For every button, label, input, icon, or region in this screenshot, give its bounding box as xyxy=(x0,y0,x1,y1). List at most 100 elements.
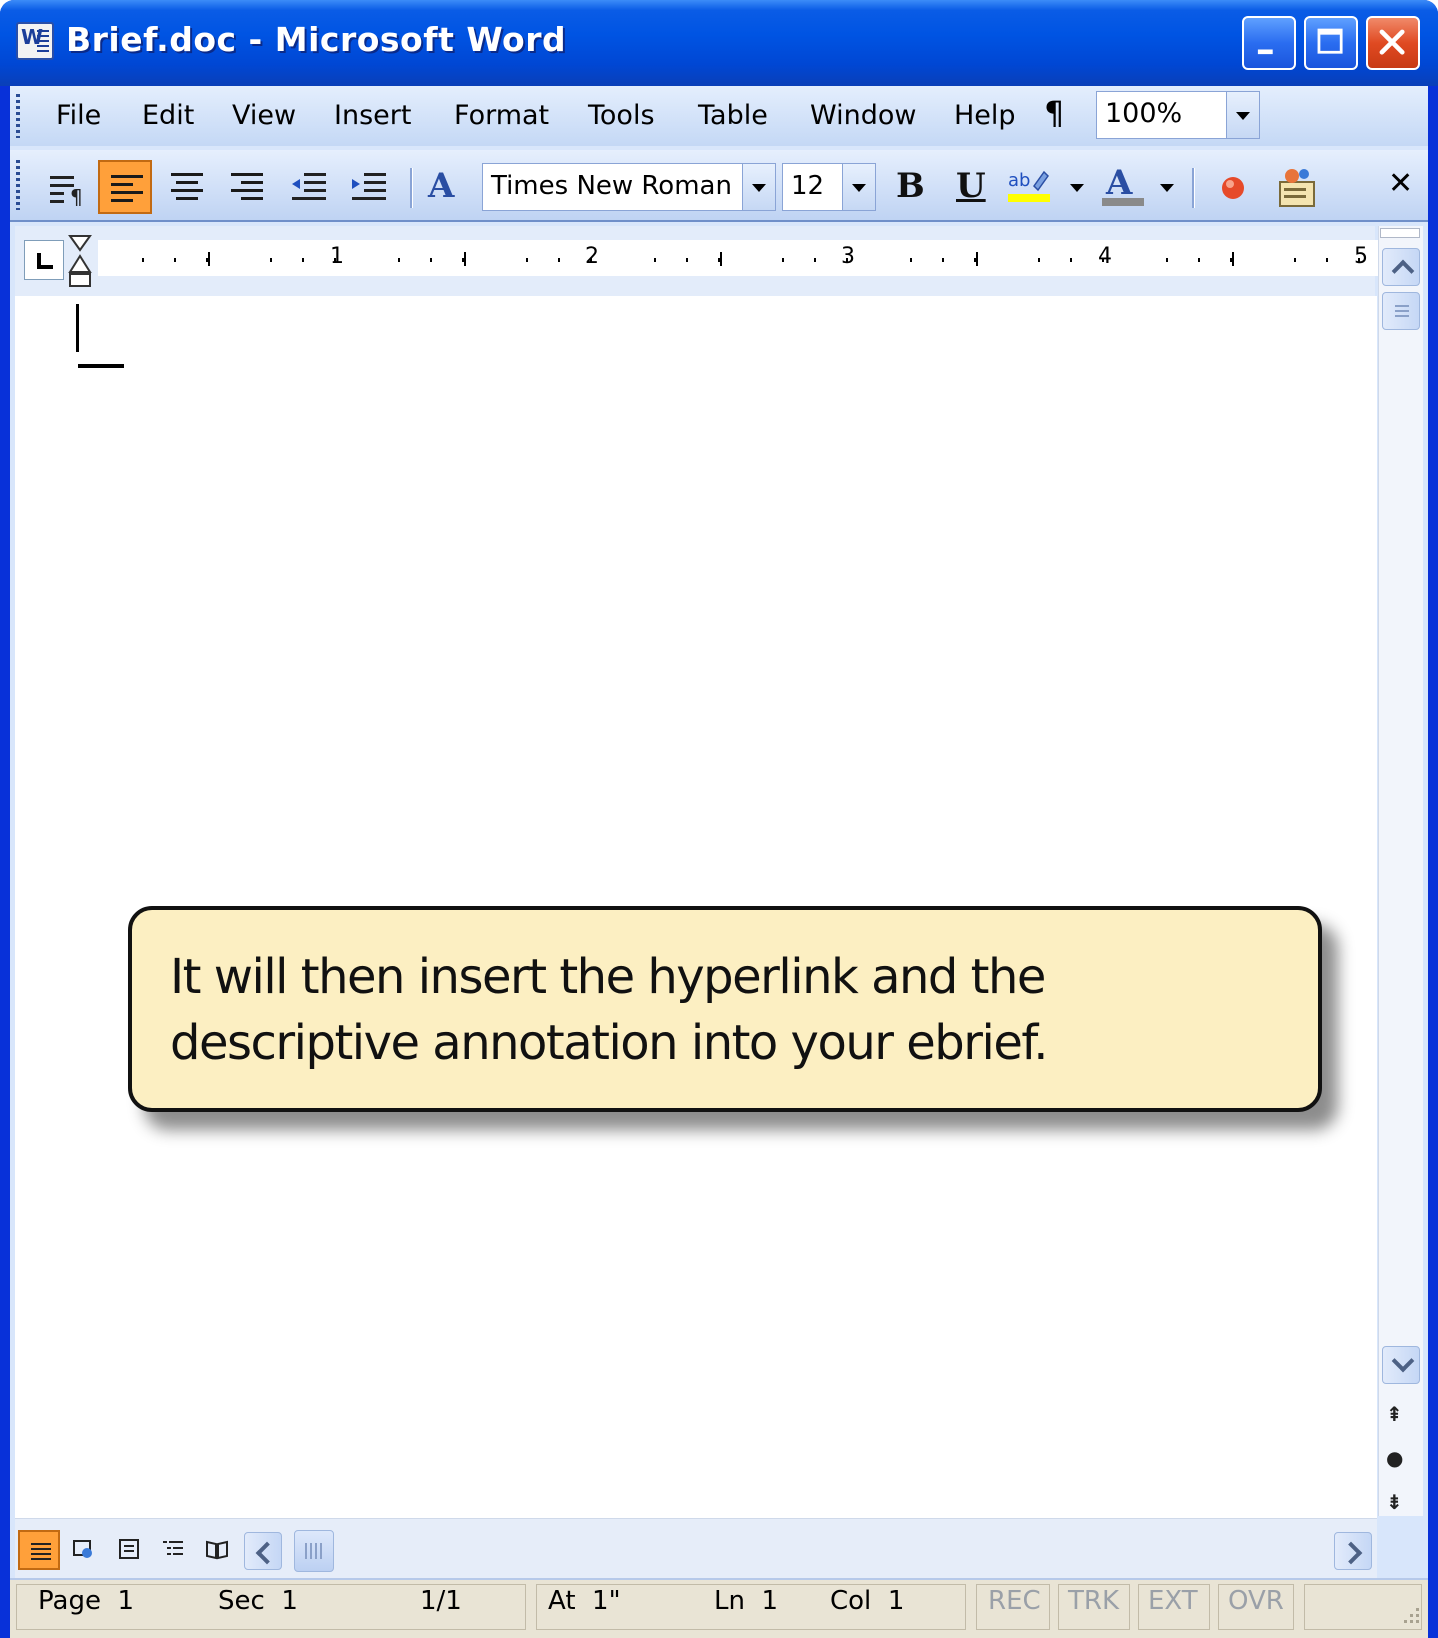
ruler-tick xyxy=(782,258,784,262)
web-layout-view-button[interactable] xyxy=(62,1530,104,1570)
select-browse-object-icon[interactable]: ● xyxy=(1386,1446,1403,1470)
title-bar[interactable]: W Brief.doc - Microsoft Word xyxy=(0,0,1438,86)
status-ext[interactable]: EXT xyxy=(1148,1586,1198,1616)
highlight-button[interactable]: ab xyxy=(1004,160,1058,214)
font-color-button[interactable]: A xyxy=(1096,160,1150,214)
menu-tools[interactable]: Tools xyxy=(588,96,655,136)
font-size-dropdown-arrow[interactable] xyxy=(842,164,875,210)
minimize-icon xyxy=(1257,49,1273,55)
menu-format[interactable]: Format xyxy=(454,96,549,136)
menu-window[interactable]: Window xyxy=(810,96,916,136)
split-box[interactable] xyxy=(1380,228,1420,238)
print-layout-icon xyxy=(119,1539,139,1559)
align-right-button[interactable] xyxy=(220,160,274,214)
scroll-thumb[interactable] xyxy=(1382,292,1420,330)
ruler-tick xyxy=(974,258,976,262)
web-layout-icon xyxy=(73,1540,92,1558)
font-size-dropdown[interactable]: 12 xyxy=(782,163,876,211)
highlight-dropdown-arrow[interactable] xyxy=(1070,184,1084,192)
ruler-number: 3 xyxy=(841,244,855,269)
align-left-button[interactable] xyxy=(98,160,152,214)
zoom-dropdown-arrow[interactable] xyxy=(1226,92,1259,138)
ruler-half-tick xyxy=(208,252,210,266)
horizontal-scroll-thumb[interactable] xyxy=(294,1530,334,1572)
menu-view[interactable]: View xyxy=(232,96,296,136)
ruler-half-tick xyxy=(976,252,978,266)
menu-file[interactable]: File xyxy=(56,96,101,136)
callout-box: It will then insert the hyperlink and th… xyxy=(128,906,1322,1112)
print-layout-view-button[interactable] xyxy=(108,1530,150,1570)
font-name-dropdown-arrow[interactable] xyxy=(742,164,775,210)
tab-selector[interactable] xyxy=(24,240,64,280)
word-window: W Brief.doc - Microsoft Word File Edit V… xyxy=(0,0,1438,1638)
toolbar-grip[interactable] xyxy=(16,160,20,210)
ruler-tick xyxy=(430,258,432,262)
decrease-indent-button[interactable] xyxy=(282,160,336,214)
underline-button[interactable]: U xyxy=(956,166,986,206)
ruler-tick xyxy=(526,258,528,262)
indent-marker-icon[interactable] xyxy=(68,234,92,290)
ruler-tick xyxy=(654,258,656,262)
vertical-scrollbar[interactable] xyxy=(1378,226,1423,1516)
scroll-down-button[interactable] xyxy=(1382,1346,1420,1384)
ruler-tick xyxy=(1038,258,1040,262)
next-page-icon[interactable]: ⇟ xyxy=(1386,1490,1403,1514)
horizontal-ruler[interactable] xyxy=(98,240,1380,276)
align-right-icon xyxy=(231,173,263,201)
ruler-tick xyxy=(462,258,464,262)
ruler-tick xyxy=(1070,258,1072,262)
close-button[interactable] xyxy=(1366,16,1420,70)
menu-bar-grip[interactable] xyxy=(16,94,20,138)
highlight-icon: ab xyxy=(1008,170,1050,202)
menu-edit[interactable]: Edit xyxy=(142,96,194,136)
chevron-up-icon xyxy=(1391,259,1415,283)
decrease-indent-icon xyxy=(292,173,326,200)
reading-layout-icon xyxy=(206,1540,228,1560)
toolbar-close-icon[interactable]: ✕ xyxy=(1388,166,1413,201)
status-line: Ln 1 xyxy=(714,1586,779,1616)
status-rec[interactable]: REC xyxy=(988,1586,1041,1616)
maximize-button[interactable] xyxy=(1304,16,1358,70)
status-ovr[interactable]: OVR xyxy=(1228,1586,1284,1616)
font-color-dropdown-arrow[interactable] xyxy=(1160,184,1174,192)
styles-and-formatting-icon[interactable]: A xyxy=(428,166,454,206)
previous-page-icon[interactable]: ⇞ xyxy=(1386,1402,1403,1426)
reading-layout-view-button[interactable] xyxy=(196,1530,238,1570)
align-center-button[interactable] xyxy=(160,160,214,214)
normal-view-button[interactable] xyxy=(18,1530,60,1570)
menu-help[interactable]: Help xyxy=(954,96,1016,136)
show-hide-pilcrow-icon[interactable]: ¶ xyxy=(1044,94,1064,132)
increase-indent-button[interactable] xyxy=(342,160,396,214)
styles-pane-button[interactable]: ¶ xyxy=(40,160,94,214)
status-at: At 1" xyxy=(548,1586,621,1616)
scroll-left-button[interactable] xyxy=(244,1532,282,1570)
record-macro-button[interactable] xyxy=(1206,160,1260,214)
ruler-tick xyxy=(1358,258,1360,262)
zoom-dropdown[interactable]: 100% xyxy=(1096,91,1260,139)
menu-table[interactable]: Table xyxy=(698,96,768,136)
bold-button[interactable]: B xyxy=(896,166,925,206)
word-app-icon[interactable]: W xyxy=(16,22,54,60)
font-name-dropdown[interactable]: Times New Roman xyxy=(482,163,776,211)
menu-insert[interactable]: Insert xyxy=(334,96,411,136)
toolbar-separator xyxy=(410,168,413,208)
status-section: Sec 1 xyxy=(218,1586,298,1616)
chevron-left-icon xyxy=(255,1541,279,1565)
minimize-button[interactable] xyxy=(1242,16,1296,70)
chevron-down-icon xyxy=(1391,1349,1415,1373)
scroll-up-button[interactable] xyxy=(1382,248,1420,286)
research-button[interactable] xyxy=(1270,160,1324,214)
resize-grip-icon[interactable] xyxy=(1396,1604,1422,1630)
font-name-value: Times New Roman xyxy=(491,171,732,201)
outline-view-icon xyxy=(163,1541,183,1555)
scroll-right-button[interactable] xyxy=(1334,1532,1372,1570)
ruler-tick xyxy=(206,258,208,262)
ruler-tick xyxy=(686,258,688,262)
styles-pane-icon: ¶ xyxy=(50,176,83,209)
font-color-icon: A xyxy=(1102,163,1144,206)
status-trk[interactable]: TRK xyxy=(1068,1586,1119,1616)
ruler-tick xyxy=(1230,258,1232,262)
ruler-tick xyxy=(1198,258,1200,262)
align-left-icon xyxy=(111,175,143,203)
outline-view-button[interactable] xyxy=(152,1530,194,1570)
